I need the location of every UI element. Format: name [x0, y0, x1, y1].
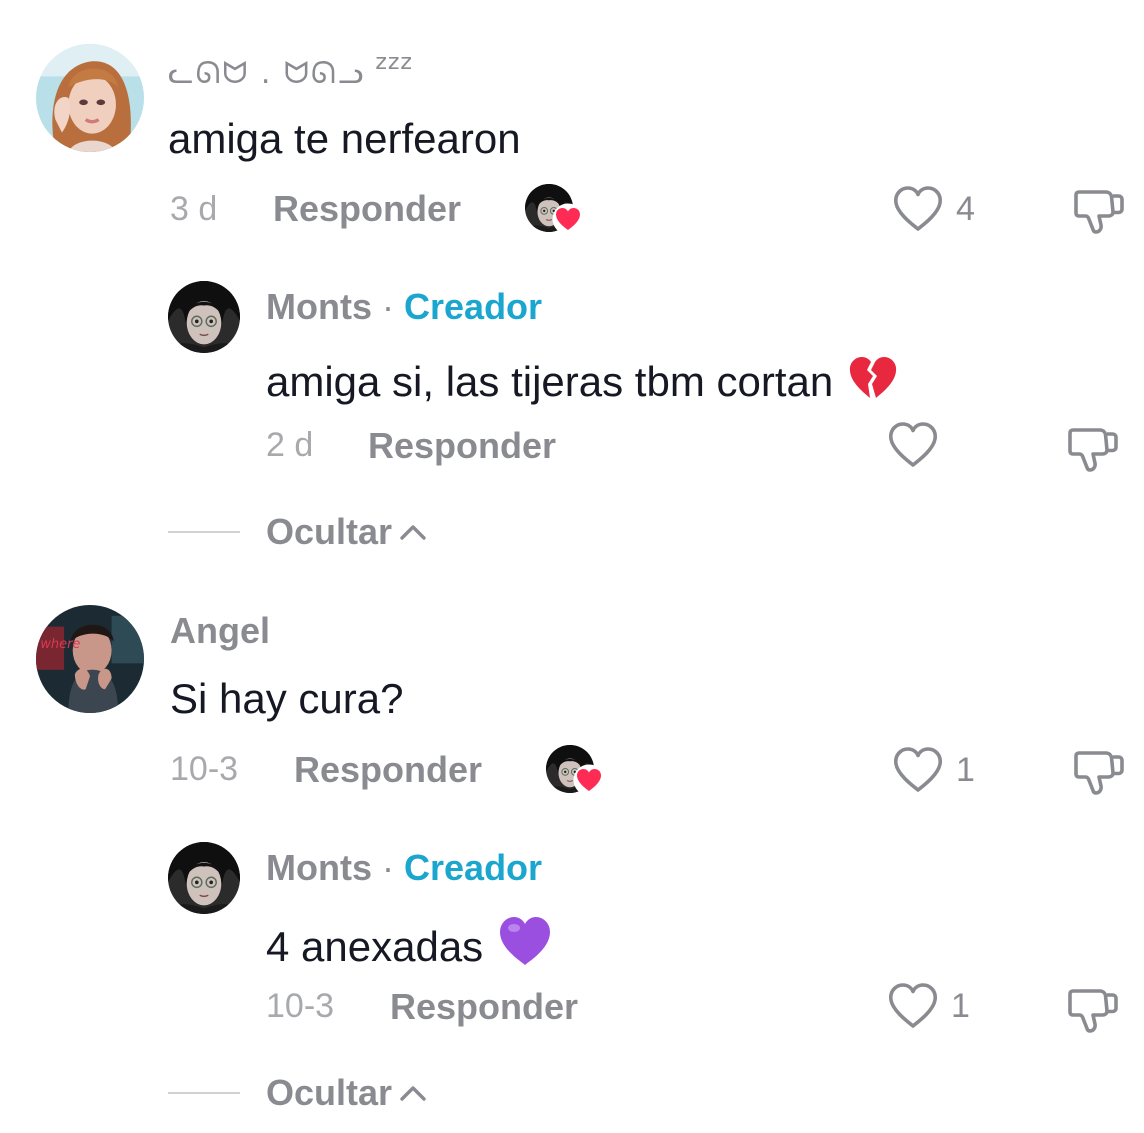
reply-button[interactable]: Responder [294, 752, 482, 788]
reply-username[interactable]: Monts [266, 286, 372, 327]
heart-icon [552, 203, 584, 235]
hide-replies-row: Ocultar [168, 1073, 428, 1113]
reply-button[interactable]: Responder [368, 428, 556, 464]
reply-timestamp: 10-3 [266, 987, 335, 1025]
dislike-button[interactable] [1072, 743, 1126, 797]
dislike-button[interactable] [1066, 981, 1120, 1035]
creator-badge: Creador [404, 847, 543, 888]
reply-text-row: amiga si, las tijeras tbm cortan [266, 354, 899, 409]
like-count: 1 [951, 987, 970, 1025]
liked-by-creator-badge [525, 184, 579, 238]
comment-username[interactable]: Angel [170, 613, 270, 649]
heart-icon [573, 764, 605, 796]
separator-dot: · [382, 847, 394, 888]
comment-username[interactable]: ᓚᘏᗢ . ᗢᘏᓗ zzz [168, 52, 413, 89]
like-button[interactable]: 4 [892, 184, 975, 234]
heart-outline-icon [887, 982, 939, 1030]
chevron-up-icon [398, 522, 428, 542]
reply-username[interactable]: Monts [266, 847, 372, 888]
reply-text-row: 4 anexadas [266, 915, 553, 974]
thumbs-down-icon [1072, 743, 1126, 797]
chevron-up-icon [398, 1083, 428, 1103]
hide-replies-button[interactable]: Ocultar [266, 514, 428, 550]
hide-replies-row: Ocultar [168, 512, 428, 552]
like-button[interactable]: 1 [892, 745, 975, 795]
reply-text: 4 anexadas [266, 923, 484, 970]
avatar-image [36, 44, 144, 152]
thumbs-down-icon [1066, 981, 1120, 1035]
divider-line [168, 531, 240, 533]
avatar[interactable]: where [36, 605, 144, 713]
divider-line [168, 1092, 240, 1094]
avatar-image [168, 281, 240, 353]
like-button[interactable] [887, 420, 951, 470]
heart-outline-icon [887, 421, 939, 469]
like-button[interactable]: 1 [887, 981, 970, 1031]
heart-outline-icon [892, 185, 944, 233]
avatar-image [168, 842, 240, 914]
purple-heart-icon [497, 915, 553, 974]
reply-timestamp: 2 d [266, 426, 314, 464]
liked-by-creator-badge [546, 745, 600, 799]
creator-avatar[interactable] [168, 281, 240, 353]
broken-heart-icon [847, 354, 899, 409]
reply-text: amiga si, las tijeras tbm cortan [266, 358, 834, 405]
avatar[interactable] [36, 44, 144, 152]
thumbs-down-icon [1072, 182, 1126, 236]
reply-username-row: Monts · Creador [266, 289, 542, 325]
heart-outline-icon [892, 746, 944, 794]
creator-avatar[interactable] [168, 842, 240, 914]
reply-button[interactable]: Responder [273, 191, 461, 227]
thumbs-down-icon [1066, 420, 1120, 474]
dislike-button[interactable] [1066, 420, 1120, 474]
creator-badge: Creador [404, 286, 543, 327]
comment-text: Si hay cura? [170, 675, 404, 722]
comment-timestamp: 10-3 [170, 750, 239, 788]
hide-label: Ocultar [266, 511, 393, 552]
avatar-image: where [36, 605, 144, 713]
dislike-button[interactable] [1072, 182, 1126, 236]
hide-label: Ocultar [266, 1072, 393, 1113]
comment-text: amiga te nerfearon [168, 115, 521, 162]
reply-username-row: Monts · Creador [266, 850, 542, 886]
comment-timestamp: 3 d [170, 190, 218, 228]
svg-text:where: where [40, 637, 80, 652]
like-count: 4 [956, 190, 975, 228]
separator-dot: · [382, 286, 394, 327]
reply-button[interactable]: Responder [390, 989, 578, 1025]
hide-replies-button[interactable]: Ocultar [266, 1075, 428, 1111]
username-text: ᓚᘏᗢ . ᗢᘏᓗ [168, 56, 366, 91]
like-count: 1 [956, 751, 975, 789]
username-suffix: zzz [375, 50, 413, 75]
